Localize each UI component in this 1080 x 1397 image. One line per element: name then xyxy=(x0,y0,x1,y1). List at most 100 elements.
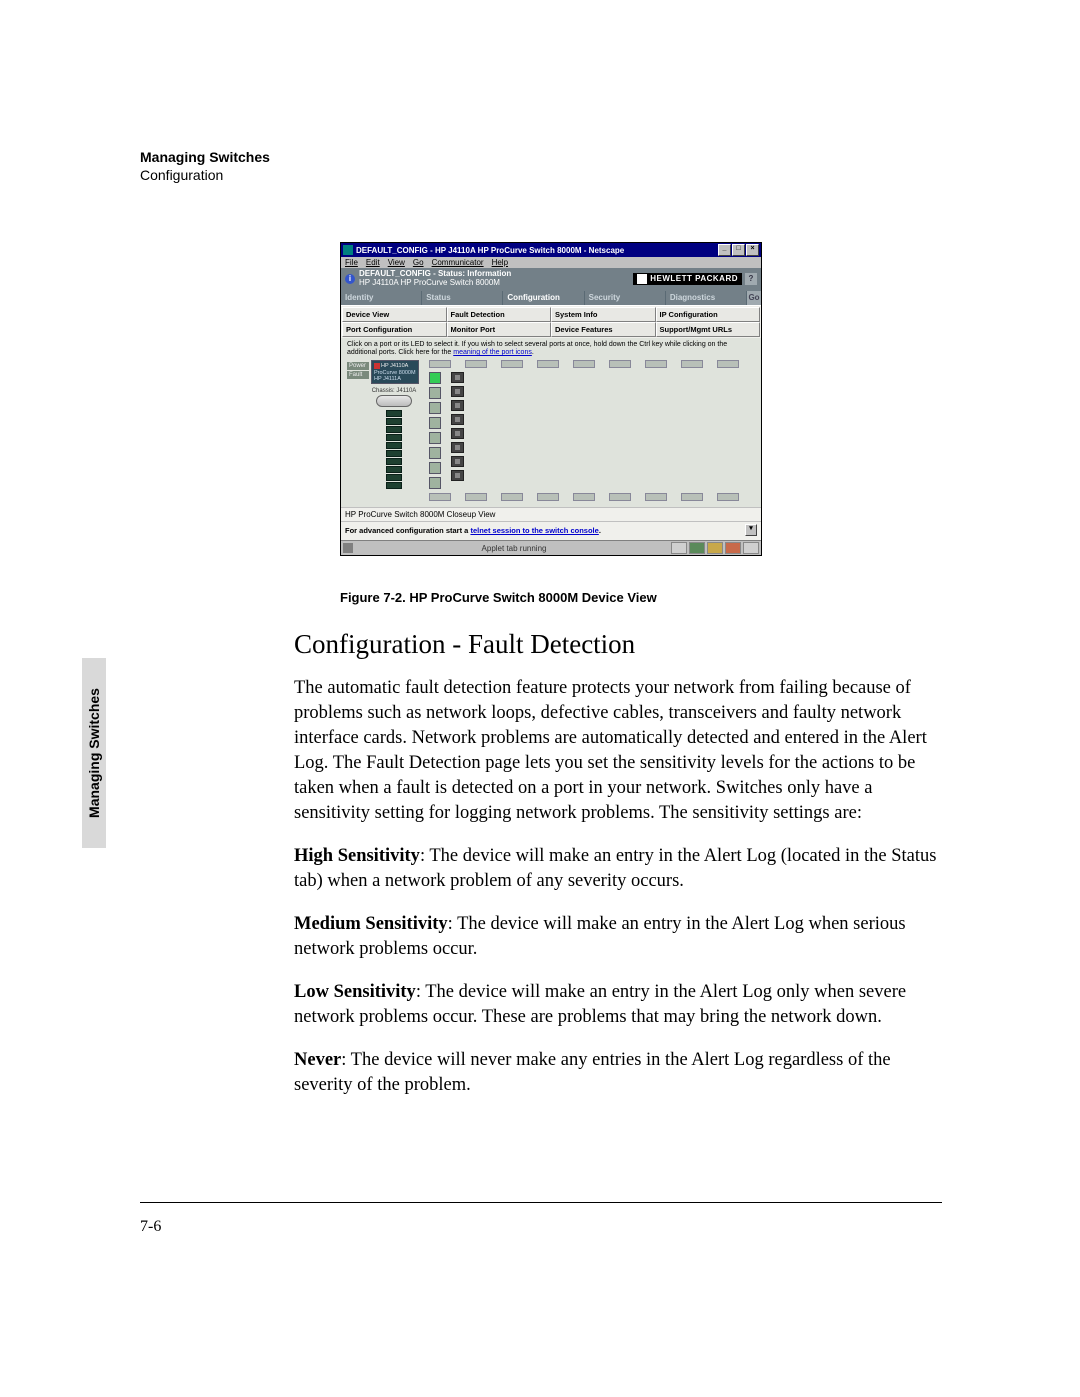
port-led-icon[interactable] xyxy=(429,477,441,489)
scroll-down-icon[interactable]: ▾ xyxy=(745,524,757,536)
lead-never: Never xyxy=(294,1050,341,1070)
help-button[interactable]: ? xyxy=(745,273,757,285)
rack-icon xyxy=(386,410,402,489)
close-button[interactable]: × xyxy=(746,244,759,256)
slot-icon[interactable] xyxy=(429,493,451,501)
port-jack-icon[interactable] xyxy=(451,414,464,425)
menu-help[interactable]: Help xyxy=(492,258,508,267)
tab-security[interactable]: Security xyxy=(585,291,666,305)
port-jack-icon[interactable] xyxy=(451,372,464,383)
para-low: Low Sensitivity: The device will make an… xyxy=(294,980,942,1030)
page: Managing Switches Configuration Managing… xyxy=(0,0,1080,1397)
port-jack-icon[interactable] xyxy=(451,386,464,397)
para-intro: The automatic fault detection feature pr… xyxy=(294,676,942,826)
slot-icon[interactable] xyxy=(681,493,703,501)
btn-ip-configuration[interactable]: IP Configuration xyxy=(656,307,761,322)
btn-support-mgmt-urls[interactable]: Support/Mgmt URLs xyxy=(656,322,761,337)
port-jack-icon[interactable] xyxy=(451,470,464,481)
footer-rule xyxy=(140,1202,942,1203)
slot-icon[interactable] xyxy=(717,493,739,501)
menu-file[interactable]: File xyxy=(345,258,358,267)
slot-icon[interactable] xyxy=(681,360,703,368)
chassis: Chassis: J4110A xyxy=(369,388,419,407)
info-icon: i xyxy=(345,274,355,284)
tray-icon[interactable] xyxy=(743,542,759,554)
hp-logo-icon xyxy=(637,274,647,284)
slot-icon[interactable] xyxy=(465,360,487,368)
body-never: : The device will never make any entries… xyxy=(294,1050,891,1095)
slot-icon[interactable] xyxy=(573,493,595,501)
running-head-plain: Configuration xyxy=(140,166,270,184)
port-led-icon[interactable] xyxy=(429,417,441,429)
port-led-icon[interactable] xyxy=(429,462,441,474)
tray-icon[interactable] xyxy=(671,542,687,554)
port-jack-icon[interactable] xyxy=(451,428,464,439)
slot-icon[interactable] xyxy=(645,493,667,501)
device-caption: HP ProCurve Switch 8000M Closeup View xyxy=(341,507,761,521)
maximize-button[interactable]: □ xyxy=(732,244,745,256)
minimize-button[interactable]: _ xyxy=(718,244,731,256)
lead-high: High Sensitivity xyxy=(294,846,420,866)
tab-configuration[interactable]: Configuration xyxy=(503,291,584,305)
port-led-col xyxy=(429,372,441,489)
module-corner-icon xyxy=(374,363,380,369)
slot-icon[interactable] xyxy=(609,493,631,501)
module-id: HP J4110A xyxy=(381,364,408,370)
slot-icon[interactable] xyxy=(465,493,487,501)
slot-icon[interactable] xyxy=(717,360,739,368)
port-led-icon[interactable] xyxy=(429,447,441,459)
side-tab: Managing Switches xyxy=(82,658,106,848)
port-led-icon[interactable] xyxy=(429,402,441,414)
status-icon xyxy=(343,543,353,553)
figure-caption: Figure 7-2. HP ProCurve Switch 8000M Dev… xyxy=(340,590,760,605)
go-button[interactable]: Go xyxy=(747,291,761,305)
tray-icon[interactable] xyxy=(725,542,741,554)
slot-icon[interactable] xyxy=(501,493,523,501)
switch-module[interactable]: HP J4110A ProCurve 8000M HP J4111A xyxy=(371,360,419,384)
btn-port-configuration[interactable]: Port Configuration xyxy=(342,322,447,337)
slot-icon[interactable] xyxy=(573,360,595,368)
port-jack-icon[interactable] xyxy=(451,442,464,453)
module-sub: HP J4111A xyxy=(373,376,417,382)
menu-edit[interactable]: Edit xyxy=(366,258,380,267)
port-led-icon[interactable] xyxy=(429,432,441,444)
menu-view[interactable]: View xyxy=(388,258,405,267)
instruction-link[interactable]: meaning of the port icons xyxy=(453,349,532,356)
lead-medium: Medium Sensitivity xyxy=(294,914,448,934)
tray-icon[interactable] xyxy=(689,542,705,554)
menu-go[interactable]: Go xyxy=(413,258,424,267)
para-never: Never: The device will never make any en… xyxy=(294,1048,942,1098)
tray-icon[interactable] xyxy=(707,542,723,554)
btn-device-features[interactable]: Device Features xyxy=(551,322,656,337)
status-tray xyxy=(671,542,759,554)
btn-fault-detection[interactable]: Fault Detection xyxy=(447,307,552,322)
slot-icon[interactable] xyxy=(609,360,631,368)
telnet-link[interactable]: telnet session to the switch console xyxy=(470,526,598,535)
tab-row: Identity Status Configuration Security D… xyxy=(341,290,761,305)
btn-monitor-port[interactable]: Monitor Port xyxy=(447,322,552,337)
port-led-icon[interactable] xyxy=(429,372,441,384)
port-led-icon[interactable] xyxy=(429,387,441,399)
top-slots xyxy=(429,360,755,368)
slot-icon[interactable] xyxy=(645,360,667,368)
para-high: High Sensitivity: The device will make a… xyxy=(294,844,942,894)
slot-icon[interactable] xyxy=(537,360,559,368)
tab-status[interactable]: Status xyxy=(422,291,503,305)
figure: DEFAULT_CONFIG - HP J4110A HP ProCurve S… xyxy=(340,242,760,605)
btn-system-info[interactable]: System Info xyxy=(551,307,656,322)
config-toolbar: Device View Fault Detection System Info … xyxy=(341,305,761,338)
btn-device-view[interactable]: Device View xyxy=(342,307,447,322)
window-controls: _ □ × xyxy=(718,244,759,256)
port-jack-icon[interactable] xyxy=(451,400,464,411)
tab-diagnostics[interactable]: Diagnostics xyxy=(666,291,747,305)
tab-identity[interactable]: Identity xyxy=(341,291,422,305)
instruction-text: Click on a port or its LED to select it.… xyxy=(341,338,761,359)
running-head-bold: Managing Switches xyxy=(140,148,270,166)
titlebar[interactable]: DEFAULT_CONFIG - HP J4110A HP ProCurve S… xyxy=(341,243,761,257)
slot-icon[interactable] xyxy=(537,493,559,501)
slot-icon[interactable] xyxy=(429,360,451,368)
chassis-label: Chassis: J4110A xyxy=(372,388,417,394)
slot-icon[interactable] xyxy=(501,360,523,368)
menu-communicator[interactable]: Communicator xyxy=(432,258,484,267)
port-jack-icon[interactable] xyxy=(451,456,464,467)
